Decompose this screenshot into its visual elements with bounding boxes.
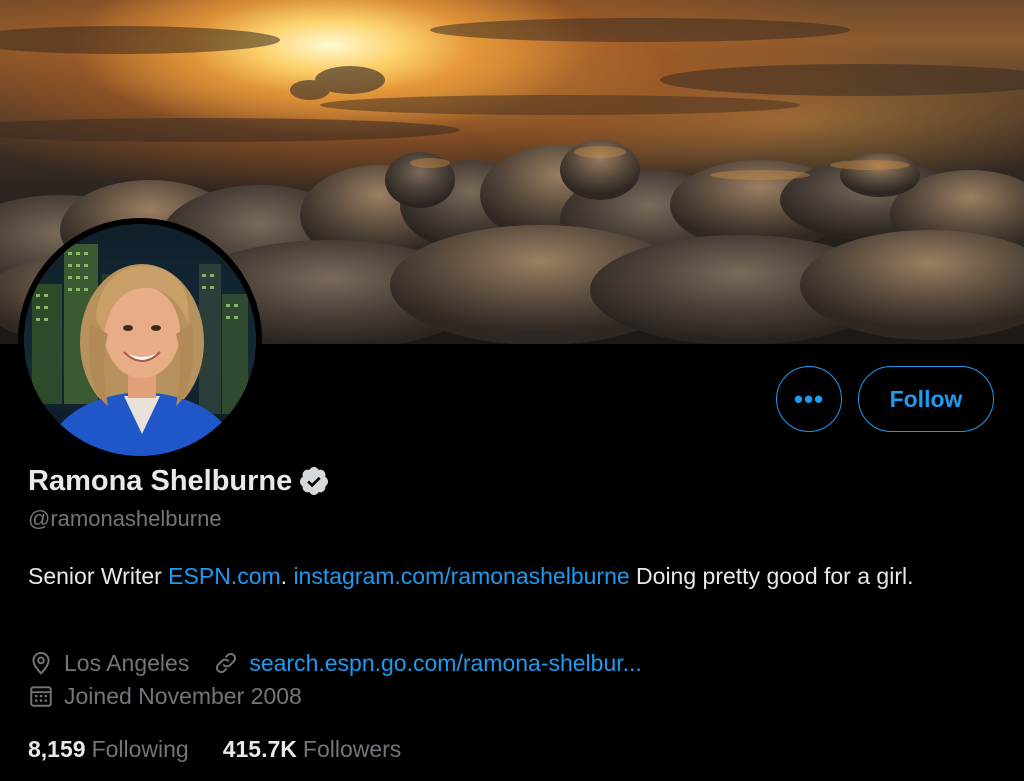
avatar-portrait-art [32, 244, 248, 456]
more-options-button[interactable]: ••• [776, 366, 842, 432]
follow-button[interactable]: Follow [858, 366, 994, 432]
profile-joined-row: Joined November 2008 [28, 680, 302, 712]
following-label: Following [91, 736, 189, 762]
bio-link-espn[interactable]: ESPN.com [168, 563, 280, 589]
joined-text: Joined November 2008 [64, 682, 302, 709]
followers-label: Followers [302, 736, 402, 762]
website-link[interactable]: search.espn.go.com/ramona-shelbur... [249, 650, 641, 677]
bio-text-suffix: Doing pretty good for a girl. [629, 563, 914, 589]
followers-stat[interactable]: 415.7K Followers [223, 736, 402, 763]
profile-meta-row: Los Angeles search.espn.go.com/ramona-sh… [28, 647, 642, 679]
bio-text-prefix: Senior Writer [28, 563, 169, 589]
profile-joined: Joined November 2008 [28, 683, 302, 710]
profile-stats: 8,159 Following 415.7K Followers [28, 736, 435, 763]
bio-link-instagram[interactable]: instagram.com/ramonashelburne [293, 563, 629, 589]
location-text: Los Angeles [64, 649, 190, 676]
profile-name-row: Ramona Shelburne [28, 462, 330, 500]
following-stat[interactable]: 8,159 Following [28, 736, 189, 763]
calendar-icon [28, 683, 54, 709]
profile-bio: Senior Writer ESPN.com. instagram.com/ra… [28, 560, 1003, 592]
follow-button-label: Follow [889, 385, 963, 412]
profile-avatar[interactable] [18, 218, 262, 462]
profile-location: Los Angeles [28, 650, 189, 677]
more-options-icon: ••• [793, 383, 825, 414]
profile-page: ••• Follow Ramona Shelburne @ramonashelb… [0, 0, 1024, 781]
display-name: Ramona Shelburne [28, 464, 293, 497]
avatar-photo [24, 224, 256, 456]
bio-text-mid: . [280, 563, 294, 589]
location-pin-icon [28, 650, 54, 676]
profile-website[interactable]: search.espn.go.com/ramona-shelbur... [213, 650, 642, 677]
link-icon [213, 650, 239, 676]
following-count: 8,159 [28, 736, 86, 762]
profile-handle: @ramonashelburne [28, 506, 222, 531]
verified-badge-icon [298, 465, 330, 497]
followers-count: 415.7K [222, 736, 297, 762]
